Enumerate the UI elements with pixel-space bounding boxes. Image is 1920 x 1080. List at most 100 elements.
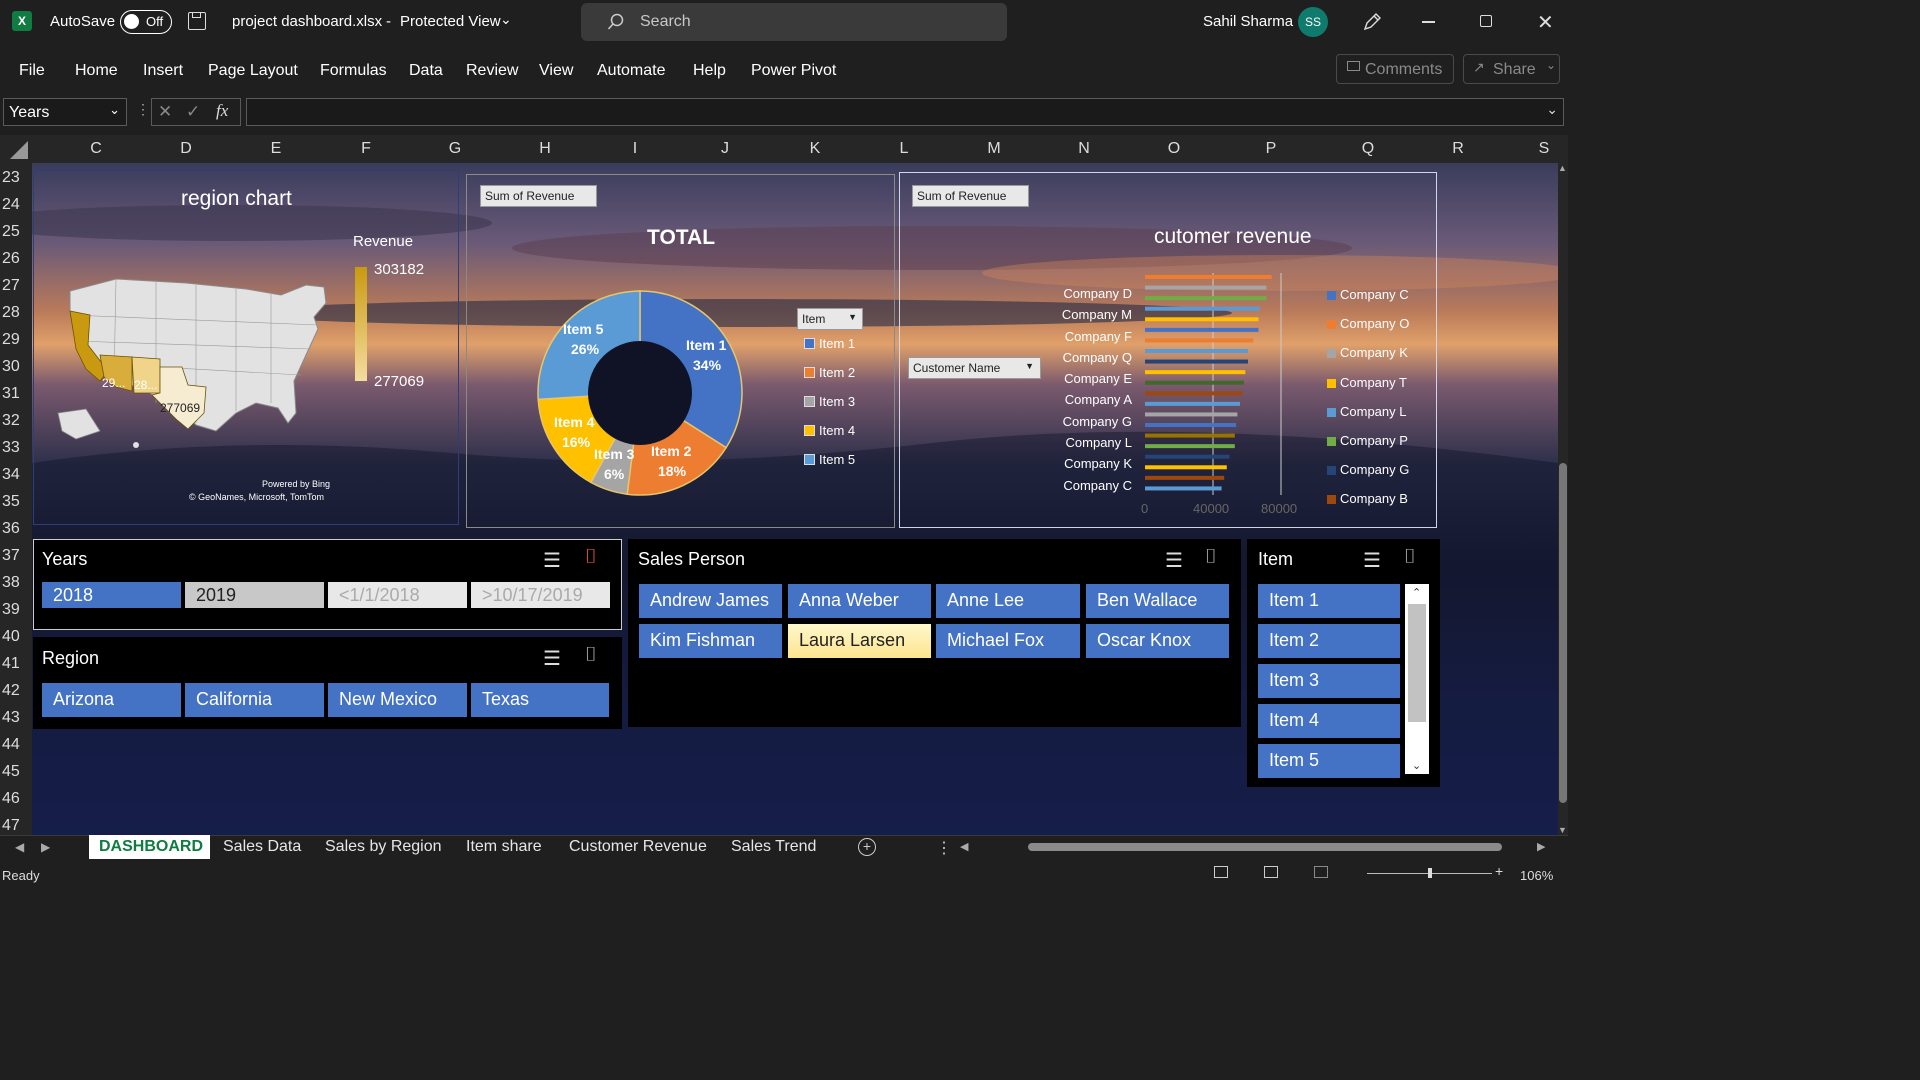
clear-filter-icon[interactable]: ⌷ [585, 644, 597, 667]
row-45[interactable]: 45 [2, 763, 20, 781]
column-e[interactable]: E [266, 140, 286, 158]
formula-input[interactable]: ⌄ [246, 98, 1564, 126]
column-r[interactable]: R [1448, 140, 1468, 158]
tab-insert[interactable]: Insert [143, 62, 183, 80]
slicer-item-michael-fox[interactable]: Michael Fox [936, 624, 1080, 658]
tab-data[interactable]: Data [409, 62, 443, 80]
add-sheet-icon[interactable]: + [858, 838, 876, 856]
minimize-icon[interactable] [1422, 21, 1435, 23]
tab-power-pivot[interactable]: Power Pivot [751, 62, 836, 80]
cancel-icon[interactable]: ✕ [158, 102, 172, 122]
clear-filter-icon[interactable]: ⌷ [585, 546, 597, 569]
sheet-tab-sales-trend[interactable]: Sales Trend [731, 838, 816, 856]
customer-bar[interactable] [1145, 454, 1230, 459]
legend-item-3[interactable]: Item 3 [804, 394, 855, 423]
row-31[interactable]: 31 [2, 385, 20, 403]
column-i[interactable]: I [625, 140, 645, 158]
row-44[interactable]: 44 [2, 736, 20, 754]
tab-automate[interactable]: Automate [597, 62, 665, 80]
page-layout-view-icon[interactable] [1264, 866, 1278, 878]
row-38[interactable]: 38 [2, 574, 20, 592]
column-g[interactable]: G [445, 140, 465, 158]
slicer-item-2019[interactable]: 2019 [185, 582, 324, 608]
more-options-icon[interactable]: ⋮ [936, 838, 952, 858]
customer-bar[interactable] [1145, 486, 1222, 491]
column-l[interactable]: L [894, 140, 914, 158]
slicer-item-3[interactable]: Item 3 [1258, 664, 1400, 698]
sheet-tab-customer-revenue[interactable]: Customer Revenue [569, 838, 707, 856]
row-47[interactable]: 47 [2, 817, 20, 835]
legend-item-1[interactable]: Item 1 [804, 336, 855, 365]
scroll-up-icon[interactable]: ⌃ [1412, 586, 1421, 599]
row-40[interactable]: 40 [2, 628, 20, 646]
slicer-item-2018[interactable]: 2018 [42, 582, 181, 608]
search-box[interactable]: Search [581, 3, 1007, 41]
row-37[interactable]: 37 [2, 547, 20, 565]
row-36[interactable]: 36 [2, 520, 20, 538]
slicer-item-2[interactable]: Item 2 [1258, 624, 1400, 658]
vertical-scrollbar[interactable]: ▲ ▼ [1558, 163, 1568, 835]
column-k[interactable]: K [805, 140, 825, 158]
item-filter-button[interactable]: Item ▼ [797, 308, 863, 330]
tab-home[interactable]: Home [75, 62, 118, 80]
multi-select-icon[interactable]: ☰ [1165, 548, 1183, 573]
column-s[interactable]: S [1538, 140, 1550, 158]
column-d[interactable]: D [176, 140, 196, 158]
hscroll-left-icon[interactable]: ◀ [960, 840, 968, 853]
sheet-tab-sales-by-region[interactable]: Sales by Region [325, 838, 442, 856]
legend-company-k[interactable]: Company K [1327, 338, 1409, 367]
customer-bar[interactable] [1145, 285, 1267, 290]
view-mode-dropdown[interactable]: Protected View [400, 13, 501, 30]
legend-item-4[interactable]: Item 4 [804, 423, 855, 452]
zoom-in-icon[interactable]: + [1495, 863, 1503, 879]
customer-bar[interactable] [1145, 349, 1248, 353]
multi-select-icon[interactable]: ☰ [543, 548, 561, 573]
slicer-item-ben-wallace[interactable]: Ben Wallace [1086, 584, 1229, 618]
customer-bar[interactable] [1145, 412, 1238, 417]
comments-button[interactable]: Comments [1336, 54, 1454, 84]
hscroll-right-icon[interactable]: ▶ [1537, 840, 1545, 853]
slicer-item-andrew-james[interactable]: Andrew James [639, 584, 782, 618]
customer-bar[interactable] [1145, 275, 1272, 279]
row-29[interactable]: 29 [2, 331, 20, 349]
insert-function-icon[interactable]: fx [216, 101, 228, 121]
tab-page-layout[interactable]: Page Layout [208, 62, 298, 80]
user-name[interactable]: Sahil Sharma [1203, 13, 1293, 30]
enter-icon[interactable]: ✓ [186, 102, 200, 122]
legend-company-l[interactable]: Company L [1327, 397, 1409, 426]
chevron-down-icon[interactable]: ⌄ [500, 11, 512, 28]
pen-icon[interactable] [1361, 11, 1383, 33]
row-28[interactable]: 28 [2, 304, 20, 322]
scroll-thumb[interactable] [1408, 604, 1426, 722]
row-23[interactable]: 23 [2, 169, 20, 187]
autosave-toggle[interactable]: Off [120, 10, 172, 34]
slicer-item-4[interactable]: Item 4 [1258, 704, 1400, 738]
region-chart[interactable]: region chart Revenue 303182 277069 29...… [33, 170, 459, 525]
item-slicer-scrollbar[interactable]: ⌃ ⌄ [1405, 584, 1429, 774]
tab-scroll-left-icon[interactable]: ◀ [15, 840, 24, 854]
row-27[interactable]: 27 [2, 277, 20, 295]
slicer-item-1[interactable]: Item 1 [1258, 584, 1400, 618]
sheet-tab-item-share[interactable]: Item share [466, 838, 542, 856]
avatar[interactable]: SS [1298, 7, 1328, 37]
customer-bar[interactable] [1145, 380, 1244, 385]
tab-formulas[interactable]: Formulas [320, 62, 387, 80]
slicer-item-texas[interactable]: Texas [471, 683, 609, 717]
column-m[interactable]: M [984, 140, 1004, 158]
clear-filter-icon[interactable]: ⌷ [1205, 546, 1217, 569]
customer-bar[interactable] [1145, 296, 1267, 301]
customer-bar[interactable] [1145, 370, 1246, 375]
tab-scroll-right-icon[interactable]: ▶ [41, 840, 50, 854]
region-slicer[interactable]: Region ☰ ⌷ Arizona California New Mexico… [33, 637, 622, 729]
select-all-corner[interactable] [10, 141, 28, 159]
row-42[interactable]: 42 [2, 682, 20, 700]
sheet-tab-sales-data[interactable]: Sales Data [223, 838, 301, 856]
slicer-item-anne-lee[interactable]: Anne Lee [936, 584, 1080, 618]
tab-review[interactable]: Review [466, 62, 518, 80]
page-break-view-icon[interactable] [1314, 866, 1328, 878]
horizontal-scrollbar[interactable] [1028, 843, 1502, 851]
normal-view-icon[interactable] [1214, 866, 1228, 878]
expand-formula-icon[interactable]: ⌄ [1546, 101, 1558, 118]
row-32[interactable]: 32 [2, 412, 20, 430]
slicer-item-new-mexico[interactable]: New Mexico [328, 683, 467, 717]
